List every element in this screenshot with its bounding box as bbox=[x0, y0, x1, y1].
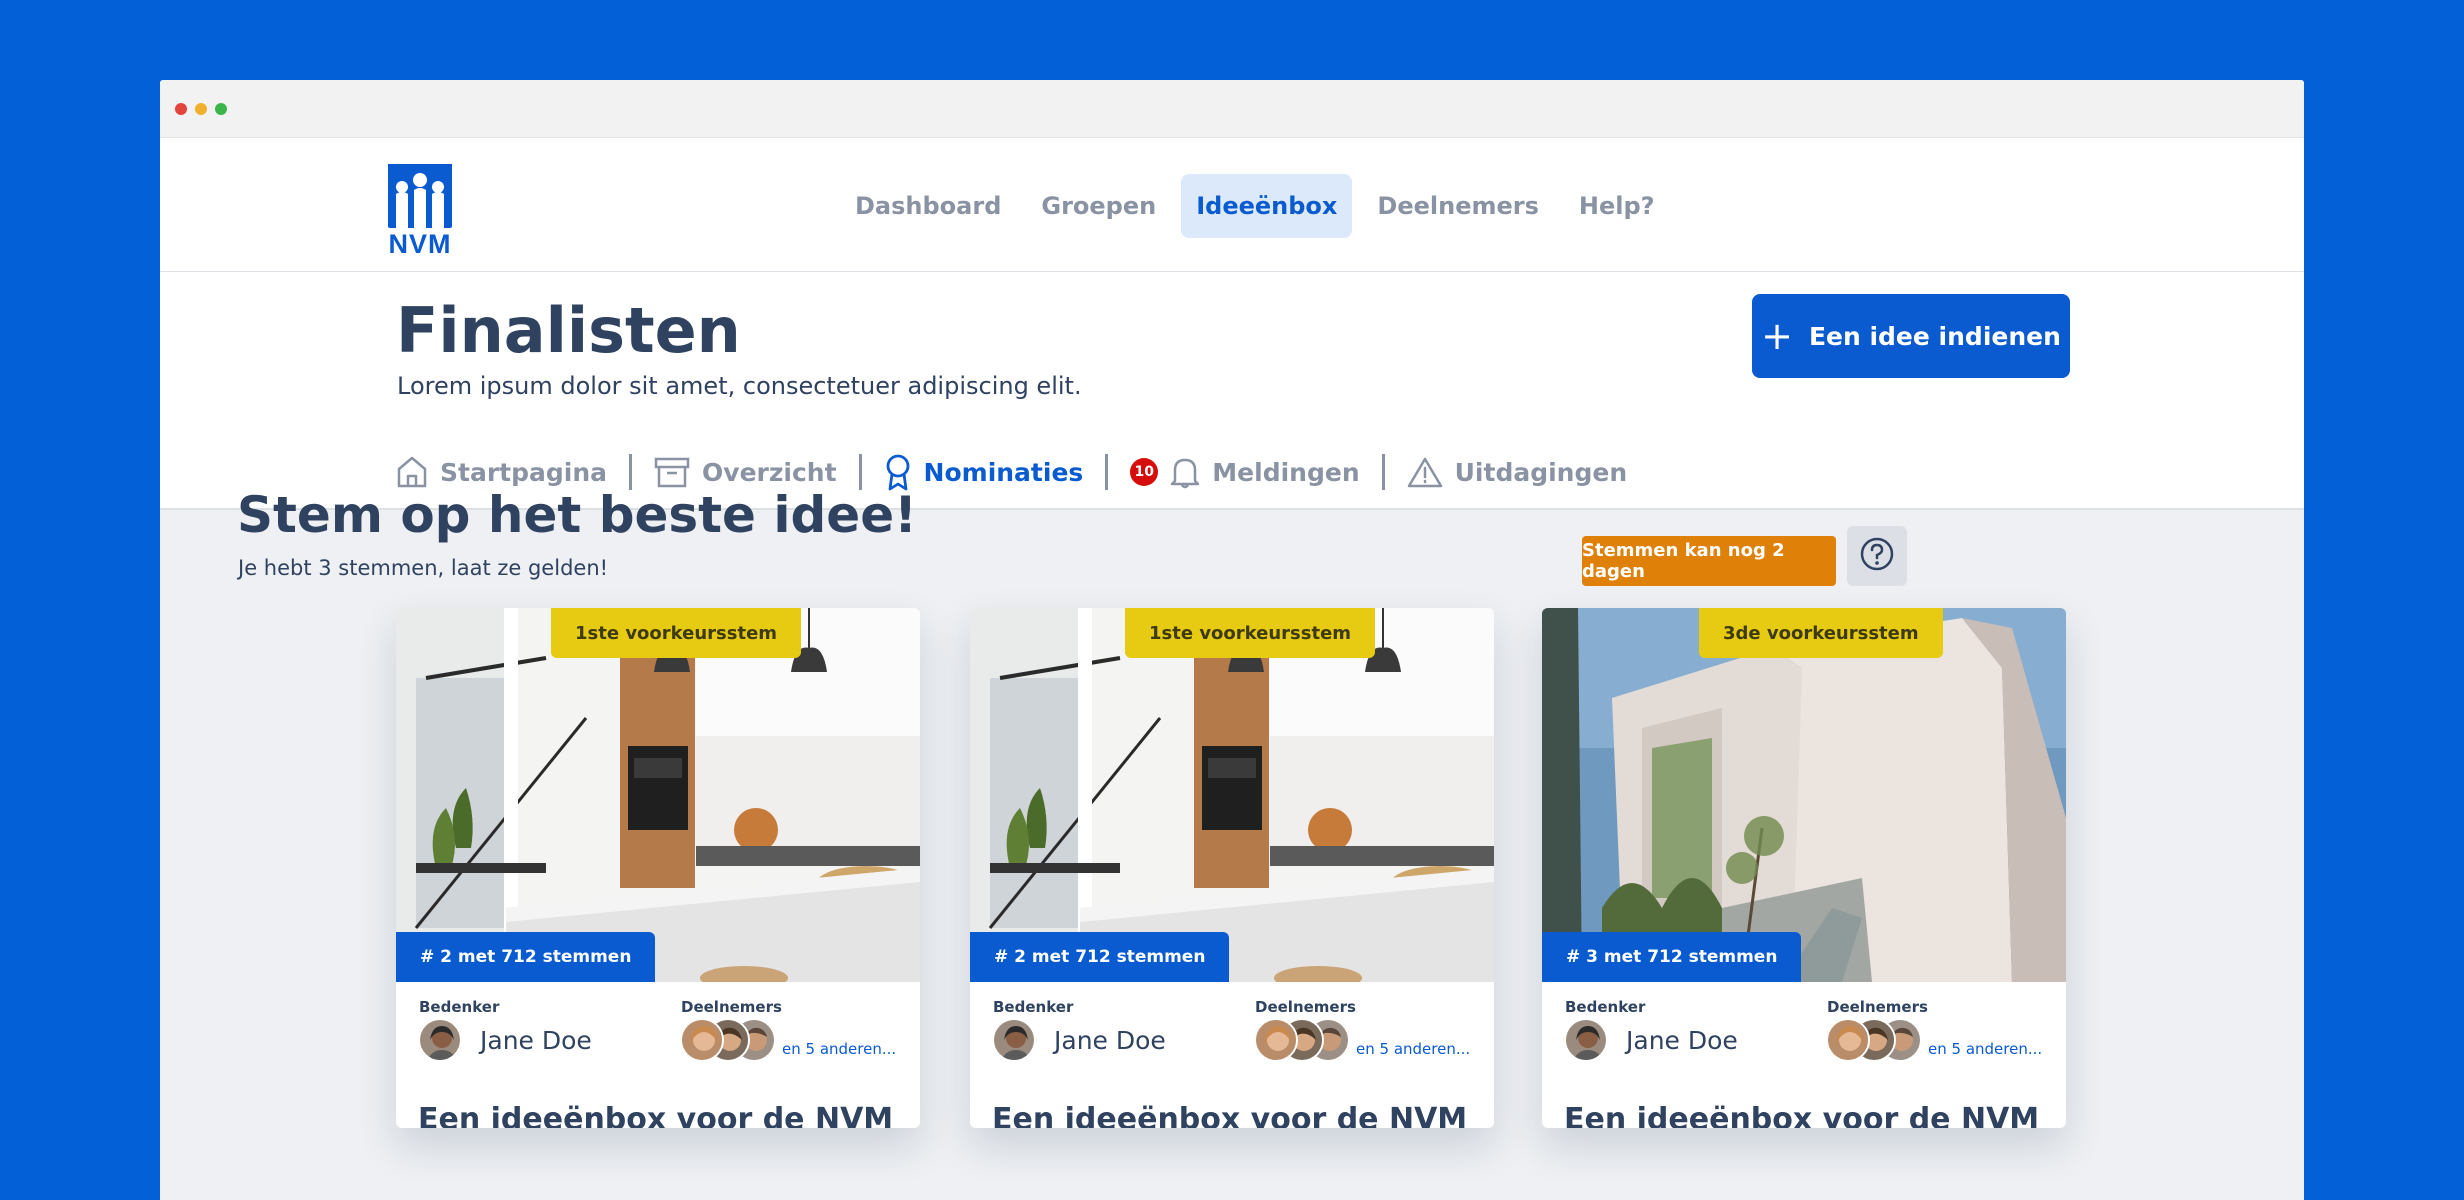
window-titlebar bbox=[160, 80, 2304, 138]
idea-image bbox=[1542, 608, 2066, 982]
vote-count-tag: # 2 met 712 stemmen bbox=[970, 932, 1230, 982]
more-participants-link[interactable]: en 5 anderen... bbox=[1928, 1040, 2042, 1058]
page-header: Finalisten Lorem ipsum dolor sit amet, c… bbox=[160, 272, 2304, 510]
tab-divider bbox=[629, 454, 633, 490]
author-avatar bbox=[418, 1018, 462, 1062]
tab-startpagina[interactable]: Startpagina bbox=[396, 455, 607, 489]
tab-overzicht-label: Overzicht bbox=[702, 457, 837, 487]
section-subtitle: Je hebt 3 stemmen, laat ze gelden! bbox=[238, 556, 609, 580]
nav-ideeenbox[interactable]: Ideeënbox bbox=[1181, 174, 1353, 238]
participant-avatar bbox=[1826, 1018, 1870, 1062]
idea-card[interactable]: 3de voorkeursstem # 3 met 712 stemmen Be… bbox=[1542, 608, 2066, 1128]
idea-image bbox=[970, 608, 1494, 982]
participants-label: Deelnemers bbox=[1827, 998, 1928, 1016]
vote-count-tag: # 3 met 712 stemmen bbox=[1542, 932, 1802, 982]
tab-divider bbox=[858, 454, 862, 490]
participant-avatar bbox=[1254, 1018, 1298, 1062]
submit-idea-label: Een idee indienen bbox=[1808, 321, 2061, 351]
tab-overzicht[interactable]: Overzicht bbox=[654, 456, 837, 488]
section-title: Stem op het beste idee! bbox=[237, 486, 917, 544]
author-label: Bedenker bbox=[419, 998, 500, 1016]
home-icon bbox=[396, 455, 428, 489]
tab-uitdagingen[interactable]: Uitdagingen bbox=[1407, 456, 1628, 488]
preference-rank-tag: 1ste voorkeursstem bbox=[551, 608, 802, 658]
idea-image bbox=[396, 608, 920, 982]
author-name: Jane Doe bbox=[1054, 1026, 1166, 1055]
plus-icon: + bbox=[1761, 314, 1793, 358]
more-participants-link[interactable]: en 5 anderen... bbox=[782, 1040, 896, 1058]
tab-divider bbox=[1105, 454, 1109, 490]
idea-title[interactable]: Een ideeënbox voor de NVM bbox=[992, 1102, 1467, 1128]
preference-rank-tag: 3de voorkeursstem bbox=[1699, 608, 1943, 658]
tab-startpagina-label: Startpagina bbox=[440, 457, 608, 487]
top-navigation: NVM Dashboard Groepen Ideeënbox Deelneme… bbox=[160, 138, 2304, 272]
author-avatar bbox=[1564, 1018, 1608, 1062]
question-icon bbox=[1859, 536, 1895, 576]
more-participants-link[interactable]: en 5 anderen... bbox=[1356, 1040, 1470, 1058]
author-label: Bedenker bbox=[1565, 998, 1646, 1016]
notification-count-badge: 10 bbox=[1130, 458, 1159, 486]
nav-deelnemers[interactable]: Deelnemers bbox=[1362, 174, 1553, 238]
archive-icon bbox=[654, 456, 690, 488]
participants-label: Deelnemers bbox=[681, 998, 782, 1016]
help-button[interactable] bbox=[1847, 526, 1907, 586]
participant-avatar bbox=[680, 1018, 724, 1062]
idea-title[interactable]: Een ideeënbox voor de NVM bbox=[1564, 1102, 2039, 1128]
nav-dashboard[interactable]: Dashboard bbox=[840, 174, 1016, 238]
voting-deadline-badge: Stemmen kan nog 2 dagen bbox=[1582, 536, 1836, 586]
nvm-logo[interactable]: NVM bbox=[388, 164, 452, 259]
tab-nominaties-label: Nominaties bbox=[923, 457, 1084, 487]
page-title: Finalisten bbox=[396, 294, 741, 367]
vote-count-tag: # 2 met 712 stemmen bbox=[396, 932, 656, 982]
idea-card[interactable]: 1ste voorkeursstem # 2 met 712 stemmen B… bbox=[970, 608, 1494, 1128]
idea-card[interactable]: 1ste voorkeursstem # 2 met 712 stemmen B… bbox=[396, 608, 920, 1128]
nav-help[interactable]: Help? bbox=[1564, 174, 1670, 238]
bell-icon bbox=[1170, 455, 1200, 489]
main-nav: Dashboard Groepen Ideeënbox Deelnemers H… bbox=[840, 174, 1670, 238]
author-name: Jane Doe bbox=[480, 1026, 592, 1055]
tab-divider bbox=[1381, 454, 1385, 490]
submit-idea-button[interactable]: + Een idee indienen bbox=[1752, 294, 2070, 378]
logo-text: NVM bbox=[388, 229, 452, 259]
warning-icon bbox=[1407, 456, 1443, 488]
author-name: Jane Doe bbox=[1626, 1026, 1738, 1055]
participants-label: Deelnemers bbox=[1255, 998, 1356, 1016]
author-label: Bedenker bbox=[993, 998, 1074, 1016]
maximize-window-dot[interactable] bbox=[215, 103, 227, 115]
idea-title[interactable]: Een ideeënbox voor de NVM bbox=[418, 1102, 893, 1128]
author-avatar bbox=[992, 1018, 1036, 1062]
close-window-dot[interactable] bbox=[175, 103, 187, 115]
minimize-window-dot[interactable] bbox=[195, 103, 207, 115]
nav-groepen[interactable]: Groepen bbox=[1026, 174, 1171, 238]
logo-mark bbox=[388, 164, 452, 228]
tab-meldingen-label: Meldingen bbox=[1212, 457, 1360, 487]
page-subtitle: Lorem ipsum dolor sit amet, consectetuer… bbox=[397, 372, 1082, 400]
tab-uitdagingen-label: Uitdagingen bbox=[1454, 457, 1628, 487]
tab-meldingen[interactable]: 10 Meldingen bbox=[1130, 455, 1360, 489]
preference-rank-tag: 1ste voorkeursstem bbox=[1125, 608, 1376, 658]
